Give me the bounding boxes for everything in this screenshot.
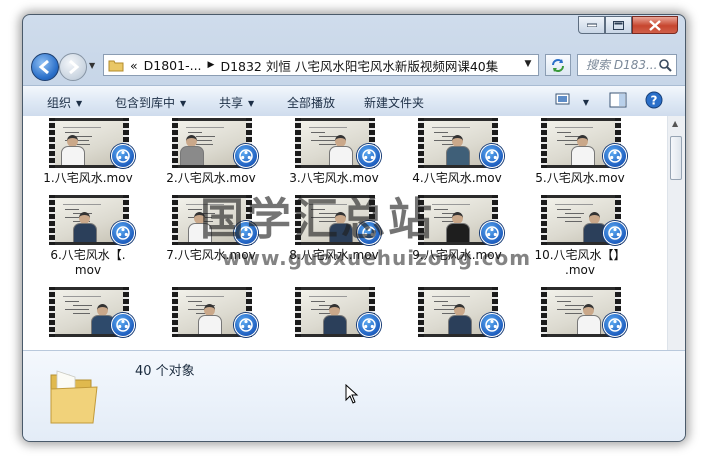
help-icon: ? [645,91,663,109]
presenter-figure [583,212,607,242]
scroll-up-icon[interactable]: ▲ [672,119,678,128]
command-bar: 组织 ▼ 包含到库中 ▼ 共享 ▼ 全部播放 新建文件夹 ▼ ? [23,85,685,117]
organize-menu[interactable]: 组织 ▼ [47,94,82,111]
file-name: 6.八宅风水【. mov [50,248,126,277]
video-badge-icon [234,144,258,168]
caption-buttons [578,16,678,34]
minimize-icon [586,23,597,27]
new-folder-label: 新建文件夹 [364,96,425,110]
video-badge-icon [480,313,504,337]
play-all-button[interactable]: 全部播放 [287,94,335,111]
file-name: 10.八宅风水【】 .mov [534,248,626,277]
presenter-figure [198,304,222,334]
chevron-down-icon: ▼ [248,99,255,108]
include-in-library-menu[interactable]: 包含到库中 ▼ [115,94,186,111]
forward-button[interactable] [59,53,87,81]
video-badge-icon [480,221,504,245]
video-badge-icon [111,144,135,168]
back-arrow-icon [38,59,49,75]
presenter-figure [571,135,595,165]
presenter-figure [446,135,470,165]
video-badge-icon [234,313,258,337]
refresh-button[interactable] [545,54,571,76]
new-folder-button[interactable]: 新建文件夹 [364,94,424,111]
maximize-button[interactable] [605,16,632,34]
vertical-scrollbar[interactable]: ▲ [667,116,685,350]
view-icon [555,93,570,105]
explorer-window: ▼ « D1801-... ▶ D1832 刘恒 八宅风水阳宅风水新版视频网课4… [22,14,686,442]
navigation-bar: ▼ « D1801-... ▶ D1832 刘恒 八宅风水阳宅风水新版视频网课4… [29,53,679,81]
presenter-figure [446,212,470,242]
folder-large-icon [50,370,98,424]
video-badge-icon [603,144,627,168]
share-menu[interactable]: 共享 ▼ [219,94,254,111]
search-input[interactable]: 搜索 D183... [577,54,677,76]
video-badge-icon [234,221,258,245]
presenter-figure [323,304,347,334]
back-button[interactable] [31,53,59,81]
breadcrumb-separator-icon[interactable]: ▶ [208,60,215,70]
presenter-figure [188,212,212,242]
mouse-cursor-icon [345,384,359,404]
search-icon [659,59,672,72]
video-badge-icon [603,221,627,245]
share-label: 共享 [219,96,244,110]
help-button[interactable]: ? [645,91,663,112]
include-in-library-label: 包含到库中 [115,96,176,110]
svg-text:?: ? [651,94,658,108]
change-view-button[interactable]: ▼ [555,92,589,109]
video-badge-icon [111,221,135,245]
file-name: 9.八宅风水.mov [412,248,502,262]
maximize-icon [613,20,624,30]
organize-label: 组织 [47,96,72,110]
refresh-icon [552,59,564,72]
presenter-figure [329,212,353,242]
minimize-button[interactable] [578,16,605,34]
recent-locations-dropdown[interactable]: ▼ [89,61,95,70]
video-badge-icon [603,313,627,337]
scrollbar-thumb[interactable] [670,136,682,180]
file-list: 1.八宅风水.mov 2.八宅风水.mov 3.八宅风水.mov 4.八宅风水.mov… [23,116,685,350]
chevron-down-icon: ▼ [76,99,83,108]
breadcrumb-d1832[interactable]: D1832 刘恒 八宅风水阳宅风水新版视频网课40集 [220,56,498,75]
breadcrumb-d1801[interactable]: D1801-... [144,58,202,73]
video-badge-icon [357,144,381,168]
video-badge-icon [111,313,135,337]
file-name: 8.八宅风水.mov [289,248,379,262]
file-name: 3.八宅风水.mov [289,171,379,185]
file-name: 5.八宅风水.mov [535,171,625,185]
file-name: 1.八宅风水.mov [43,171,133,185]
forward-arrow-icon [69,59,80,75]
chevron-down-icon: ▼ [180,99,187,108]
close-icon [649,19,661,31]
presenter-figure [73,212,97,242]
video-badge-icon [357,221,381,245]
preview-pane-button[interactable] [609,92,627,111]
presenter-figure [91,304,115,334]
preview-pane-icon [609,92,627,108]
presenter-figure [61,135,85,165]
details-pane: 40 个对象 [23,350,685,441]
close-button[interactable] [632,16,678,34]
search-placeholder: 搜索 D183... [586,58,658,72]
video-badge-icon [480,144,504,168]
address-bar[interactable]: « D1801-... ▶ D1832 刘恒 八宅风水阳宅风水新版视频网课40集 [103,54,539,76]
object-count: 40 个对象 [135,364,195,379]
folder-icon [108,60,124,72]
presenter-figure [448,304,472,334]
chevron-down-icon: ▼ [582,98,589,107]
file-name: 7.八宅风水.mov [166,248,256,262]
presenter-figure [577,304,601,334]
address-overflow-chevron[interactable]: « [130,58,138,73]
address-dropdown-button[interactable]: ▼ [518,54,538,74]
file-name: 2.八宅风水.mov [166,171,256,185]
presenter-figure [329,135,353,165]
file-name: 4.八宅风水.mov [412,171,502,185]
play-all-label: 全部播放 [287,96,336,110]
video-badge-icon [357,313,381,337]
presenter-figure [180,135,204,165]
